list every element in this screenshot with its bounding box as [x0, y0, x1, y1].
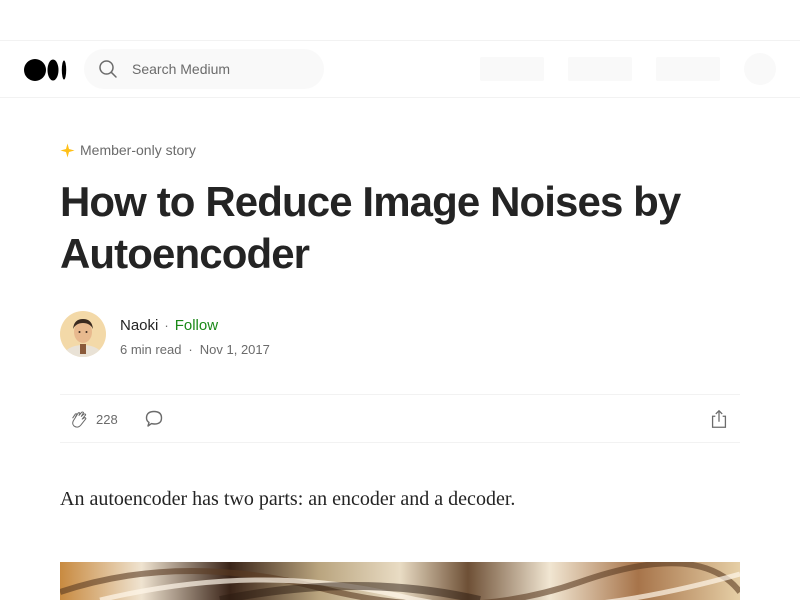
article-actions-bar: 228 — [60, 394, 740, 443]
search-placeholder[interactable]: Search Medium — [132, 61, 230, 77]
search-bar[interactable]: Search Medium — [84, 49, 324, 89]
article-hero-image — [60, 562, 740, 600]
site-header: Search Medium — [0, 41, 800, 98]
search-icon — [99, 60, 117, 78]
badge-label: Member-only story — [80, 142, 196, 158]
clap-count: 228 — [96, 412, 118, 427]
article-paragraph: An autoencoder has two parts: an encoder… — [60, 488, 516, 510]
medium-logo-icon[interactable] — [24, 58, 68, 82]
star-icon — [60, 142, 75, 158]
separator-dot: · — [164, 318, 169, 333]
top-strip — [0, 0, 800, 41]
nav-placeholder-2 — [568, 57, 632, 81]
member-only-badge: Member-only story — [60, 140, 196, 160]
clap-icon[interactable] — [68, 409, 90, 431]
comment-icon[interactable] — [144, 409, 164, 429]
nav-placeholder-3 — [656, 57, 720, 81]
publish-date: Nov 1, 2017 — [199, 342, 270, 357]
article-title: How to Reduce Image Noises by Autoencode… — [60, 178, 681, 277]
share-icon[interactable] — [708, 408, 730, 430]
user-avatar-placeholder[interactable] — [744, 53, 776, 85]
author-avatar[interactable] — [60, 311, 106, 357]
separator-dot: · — [188, 342, 193, 357]
author-name[interactable]: Naoki — [120, 317, 158, 334]
read-time: 6 min read — [120, 342, 182, 357]
follow-button[interactable]: Follow — [175, 317, 218, 334]
nav-placeholder-1 — [480, 57, 544, 81]
